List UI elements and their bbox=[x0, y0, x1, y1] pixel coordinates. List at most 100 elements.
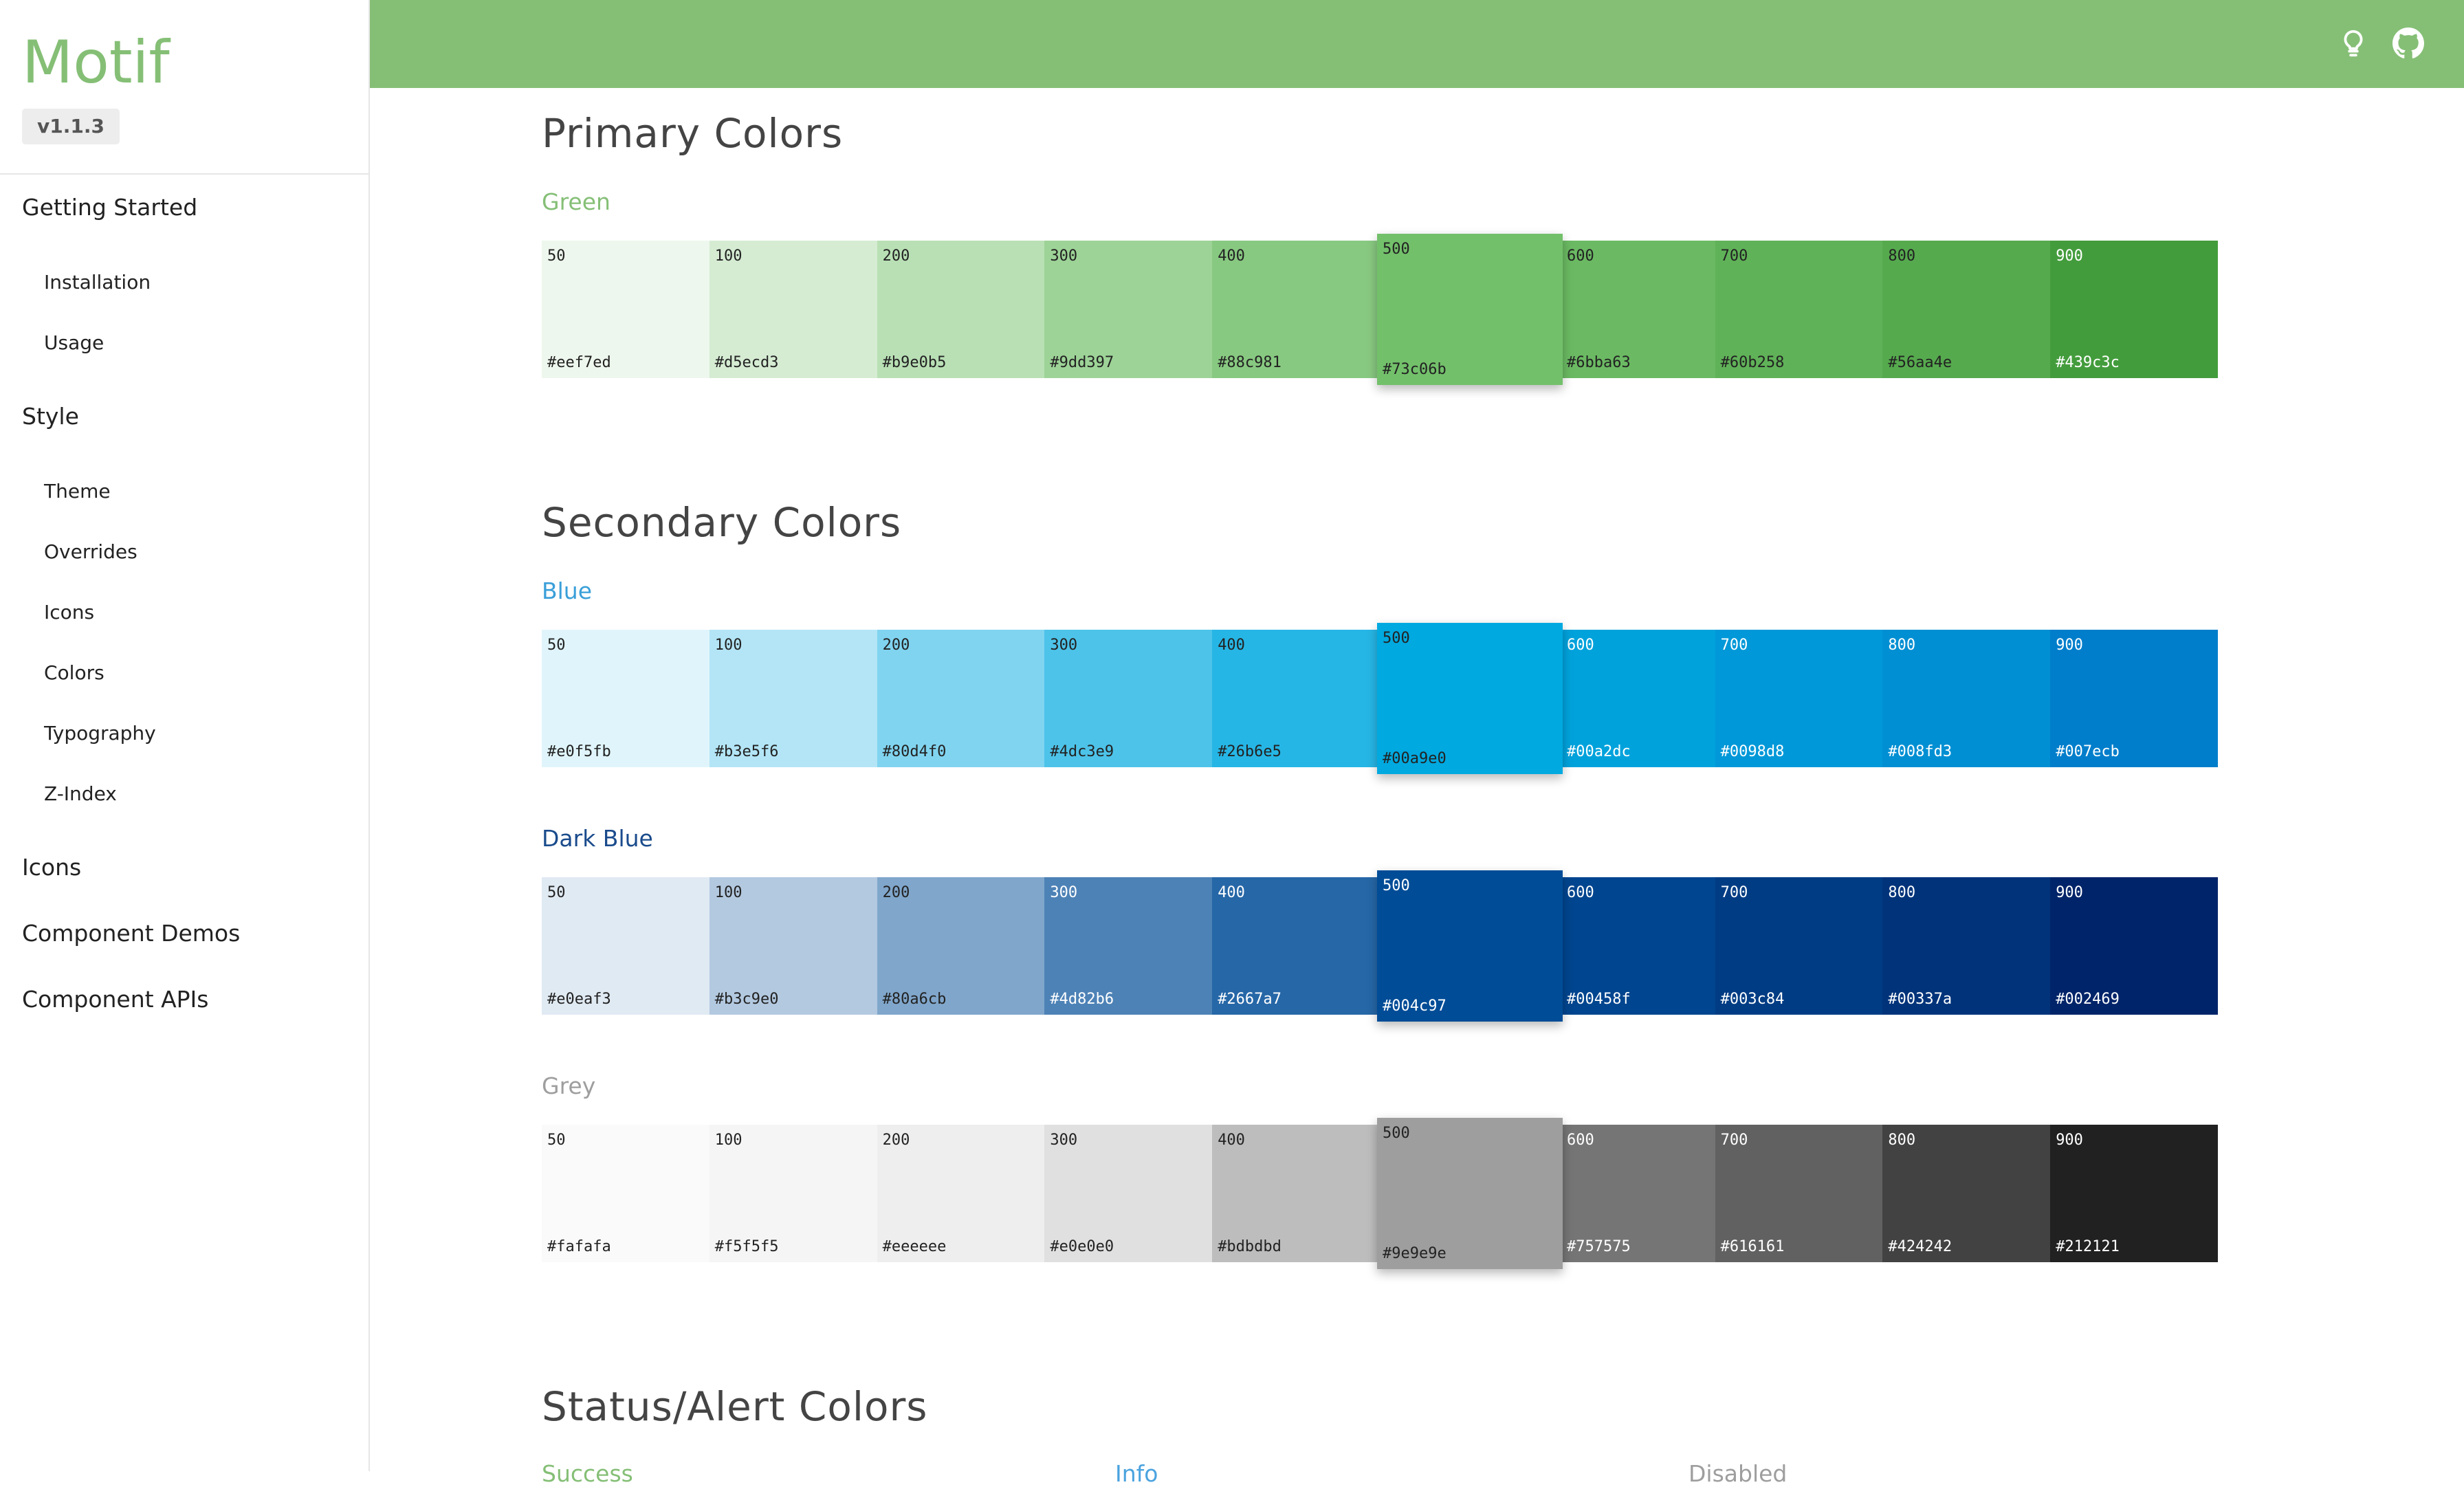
color-swatch-50[interactable]: 50 #eef7ed bbox=[542, 241, 710, 378]
swatch-hex-label: #004c97 bbox=[1383, 998, 1446, 1015]
swatch-step-label: 200 bbox=[882, 637, 910, 654]
color-swatch-800[interactable]: 800 #424242 bbox=[1882, 1125, 2051, 1262]
color-swatch-500[interactable]: 500 #73c06b bbox=[1377, 234, 1563, 385]
swatch-step-label: 400 bbox=[1218, 247, 1245, 265]
swatch-step-label: 500 bbox=[1383, 877, 1410, 894]
lightbulb-icon[interactable] bbox=[2338, 27, 2369, 59]
color-swatch-50[interactable]: 50 #e0f5fb bbox=[542, 630, 710, 767]
color-swatch-900[interactable]: 900 #007ecb bbox=[2050, 630, 2218, 767]
color-swatch-400[interactable]: 400 #88c981 bbox=[1212, 241, 1380, 378]
color-swatch-500[interactable]: 500 #9e9e9e bbox=[1377, 1118, 1563, 1269]
swatch-hex-label: #00a2dc bbox=[1567, 743, 1631, 760]
color-swatch-300[interactable]: 300 #9dd397 bbox=[1044, 241, 1213, 378]
color-swatch-400[interactable]: 400 #bdbdbd bbox=[1212, 1125, 1380, 1262]
swatch-hex-label: #e0e0e0 bbox=[1050, 1238, 1114, 1255]
nav-style[interactable]: Style bbox=[22, 403, 79, 430]
color-swatch-200[interactable]: 200 #eeeeee bbox=[877, 1125, 1045, 1262]
nav-component-demos[interactable]: Component Demos bbox=[22, 920, 240, 947]
top-header-bar bbox=[370, 0, 2464, 88]
swatch-step-label: 800 bbox=[1888, 247, 1916, 265]
palette-grey: 50 #fafafa 100 #f5f5f5 200 #eeeeee 300 #e0e0e0 4… bbox=[542, 1118, 2218, 1269]
color-swatch-900[interactable]: 900 #212121 bbox=[2050, 1125, 2218, 1262]
swatch-hex-label: #fafafa bbox=[547, 1238, 611, 1255]
swatch-hex-label: #439c3c bbox=[2056, 354, 2120, 371]
color-swatch-400[interactable]: 400 #26b6e5 bbox=[1212, 630, 1380, 767]
color-swatch-800[interactable]: 800 #56aa4e bbox=[1882, 241, 2051, 378]
color-swatch-200[interactable]: 200 #80a6cb bbox=[877, 877, 1045, 1015]
color-swatch-700[interactable]: 700 #60b258 bbox=[1715, 241, 1883, 378]
color-swatch-100[interactable]: 100 #b3c9e0 bbox=[709, 877, 877, 1015]
swatch-hex-label: #9dd397 bbox=[1050, 354, 1114, 371]
color-swatch-700[interactable]: 700 #0098d8 bbox=[1715, 630, 1883, 767]
color-swatch-600[interactable]: 600 #00458f bbox=[1561, 877, 1729, 1015]
sidebar: Motif v1.1.3 Getting Started Installatio… bbox=[0, 0, 370, 1471]
swatch-hex-label: #88c981 bbox=[1218, 354, 1282, 371]
brand-logo[interactable]: Motif bbox=[22, 33, 170, 92]
swatch-hex-label: #007ecb bbox=[2056, 743, 2120, 760]
color-swatch-700[interactable]: 700 #616161 bbox=[1715, 1125, 1883, 1262]
swatch-step-label: 50 bbox=[547, 1132, 566, 1149]
swatch-step-label: 200 bbox=[882, 1132, 910, 1149]
swatch-step-label: 700 bbox=[1720, 884, 1748, 901]
color-swatch-50[interactable]: 50 #fafafa bbox=[542, 1125, 710, 1262]
color-swatch-800[interactable]: 800 #008fd3 bbox=[1882, 630, 2051, 767]
swatch-hex-label: #b3c9e0 bbox=[714, 991, 779, 1008]
nav-theme[interactable]: Theme bbox=[44, 480, 111, 503]
swatch-step-label: 200 bbox=[882, 247, 910, 265]
nav-usage[interactable]: Usage bbox=[44, 331, 104, 354]
color-swatch-600[interactable]: 600 #757575 bbox=[1561, 1125, 1729, 1262]
color-swatch-700[interactable]: 700 #003c84 bbox=[1715, 877, 1883, 1015]
nav-overrides[interactable]: Overrides bbox=[44, 540, 138, 563]
swatch-step-label: 200 bbox=[882, 884, 910, 901]
swatch-step-label: 800 bbox=[1888, 637, 1916, 654]
color-swatch-400[interactable]: 400 #2667a7 bbox=[1212, 877, 1380, 1015]
nav-colors[interactable]: Colors bbox=[44, 661, 104, 684]
swatch-step-label: 100 bbox=[714, 637, 742, 654]
color-swatch-100[interactable]: 100 #d5ecd3 bbox=[709, 241, 877, 378]
swatch-hex-label: #eef7ed bbox=[547, 354, 611, 371]
swatch-step-label: 900 bbox=[2056, 637, 2083, 654]
nav-component-apis[interactable]: Component APIs bbox=[22, 986, 208, 1013]
swatch-step-label: 600 bbox=[1567, 247, 1594, 265]
swatch-hex-label: #80a6cb bbox=[882, 991, 947, 1008]
swatch-hex-label: #4dc3e9 bbox=[1050, 743, 1114, 760]
swatch-hex-label: #2667a7 bbox=[1218, 991, 1282, 1008]
nav-installation[interactable]: Installation bbox=[44, 271, 151, 294]
color-swatch-100[interactable]: 100 #f5f5f5 bbox=[709, 1125, 877, 1262]
color-swatch-200[interactable]: 200 #b9e0b5 bbox=[877, 241, 1045, 378]
color-swatch-600[interactable]: 600 #6bba63 bbox=[1561, 241, 1729, 378]
nav-z-index[interactable]: Z-Index bbox=[44, 782, 117, 805]
color-swatch-500[interactable]: 500 #00a9e0 bbox=[1377, 623, 1563, 774]
palette-label-blue: Blue bbox=[542, 577, 593, 604]
swatch-hex-label: #e0f5fb bbox=[547, 743, 611, 760]
section-title-secondary: Secondary Colors bbox=[542, 499, 902, 546]
swatch-step-label: 500 bbox=[1383, 241, 1410, 258]
nav-style-icons[interactable]: Icons bbox=[44, 601, 94, 624]
swatch-step-label: 300 bbox=[1050, 637, 1078, 654]
color-swatch-300[interactable]: 300 #e0e0e0 bbox=[1044, 1125, 1213, 1262]
nav-typography[interactable]: Typography bbox=[44, 722, 156, 745]
color-swatch-300[interactable]: 300 #4d82b6 bbox=[1044, 877, 1213, 1015]
nav-getting-started[interactable]: Getting Started bbox=[22, 194, 197, 221]
color-swatch-300[interactable]: 300 #4dc3e9 bbox=[1044, 630, 1213, 767]
color-swatch-50[interactable]: 50 #e0eaf3 bbox=[542, 877, 710, 1015]
color-swatch-900[interactable]: 900 #439c3c bbox=[2050, 241, 2218, 378]
color-swatch-600[interactable]: 600 #00a2dc bbox=[1561, 630, 1729, 767]
color-swatch-200[interactable]: 200 #80d4f0 bbox=[877, 630, 1045, 767]
color-swatch-900[interactable]: 900 #002469 bbox=[2050, 877, 2218, 1015]
color-swatch-800[interactable]: 800 #00337a bbox=[1882, 877, 2051, 1015]
swatch-hex-label: #e0eaf3 bbox=[547, 991, 611, 1008]
swatch-step-label: 500 bbox=[1383, 630, 1410, 647]
swatch-step-label: 300 bbox=[1050, 1132, 1078, 1149]
swatch-step-label: 400 bbox=[1218, 884, 1245, 901]
swatch-hex-label: #b9e0b5 bbox=[882, 354, 947, 371]
sidebar-divider bbox=[0, 173, 368, 175]
color-swatch-500[interactable]: 500 #004c97 bbox=[1377, 870, 1563, 1022]
palette-dark-blue: 50 #e0eaf3 100 #b3c9e0 200 #80a6cb 300 #4d82b6 4… bbox=[542, 870, 2218, 1022]
color-swatch-100[interactable]: 100 #b3e5f6 bbox=[709, 630, 877, 767]
swatch-step-label: 700 bbox=[1720, 247, 1748, 265]
nav-icons[interactable]: Icons bbox=[22, 854, 81, 881]
github-icon[interactable] bbox=[2392, 27, 2424, 59]
status-label-info: Info bbox=[1115, 1460, 1158, 1487]
swatch-step-label: 500 bbox=[1383, 1125, 1410, 1142]
